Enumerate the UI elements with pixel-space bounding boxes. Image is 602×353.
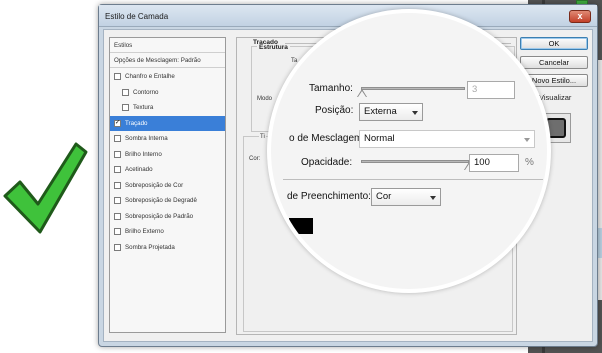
style-item[interactable]: Brilho Externo bbox=[110, 224, 225, 239]
style-item[interactable]: Contorno bbox=[110, 85, 225, 100]
style-item[interactable]: Sobreposição de Degradê bbox=[110, 193, 225, 208]
fill-type-select[interactable]: Cor bbox=[371, 188, 441, 206]
chevron-down-icon bbox=[430, 196, 436, 200]
style-item-label: Sobreposição de Degradê bbox=[125, 197, 197, 204]
style-item-label: Acetinado bbox=[125, 166, 153, 173]
style-item[interactable]: Acetinado bbox=[110, 162, 225, 177]
chevron-down-icon bbox=[412, 111, 418, 115]
lens-content: Tamanho: 3 Posição: Externa o de Mesclag… bbox=[271, 13, 547, 289]
opacity-label: Opacidade: bbox=[301, 157, 353, 168]
style-item-label: Textura bbox=[133, 104, 154, 111]
opacity-unit: % bbox=[525, 157, 534, 168]
style-item[interactable]: Sombra Interna bbox=[110, 131, 225, 146]
magnifier-lens: Tamanho: 3 Posição: Externa o de Mesclag… bbox=[267, 9, 551, 293]
style-item-label: Brilho Interno bbox=[125, 150, 162, 158]
style-item[interactable]: ✓ Traçado bbox=[110, 115, 225, 131]
style-checkbox[interactable] bbox=[114, 166, 121, 173]
style-checkbox[interactable] bbox=[114, 212, 121, 220]
dialog-title: Estilo de Camada bbox=[105, 12, 169, 21]
styles-list: Estilos Opções de Mesclagem: Padrão Chan… bbox=[109, 37, 226, 333]
size-label: Tamanho: bbox=[309, 83, 353, 94]
styles-header[interactable]: Estilos bbox=[110, 38, 225, 53]
style-checkbox[interactable] bbox=[114, 135, 121, 142]
position-label: Posição: bbox=[315, 105, 354, 116]
fill-divider bbox=[283, 179, 543, 180]
style-item[interactable]: Chanfro e Entalhe bbox=[110, 69, 225, 84]
style-checkbox[interactable] bbox=[122, 88, 129, 96]
style-item-label: Sobreposição de Cor bbox=[125, 181, 184, 189]
opacity-field[interactable]: 100 bbox=[469, 154, 519, 172]
mode-label-partial: Modo bbox=[257, 96, 273, 102]
color-label-partial: Cor: bbox=[249, 156, 261, 162]
blend-mode-select[interactable]: Normal bbox=[359, 130, 535, 148]
stroke-color-swatch[interactable] bbox=[289, 218, 313, 234]
blend-options-item[interactable]: Opções de Mesclagem: Padrão bbox=[110, 53, 225, 68]
style-checkbox[interactable] bbox=[122, 104, 129, 111]
style-item-label: Traçado bbox=[125, 119, 148, 127]
style-item[interactable]: Sombra Projetada bbox=[110, 240, 225, 255]
style-checkbox[interactable] bbox=[114, 150, 121, 158]
style-item-label: Brilho Externo bbox=[125, 228, 164, 235]
opacity-slider-track[interactable] bbox=[361, 160, 469, 163]
fill-type-label: de Preenchimento: bbox=[287, 191, 371, 202]
style-checkbox[interactable] bbox=[114, 73, 121, 80]
style-item-label: Contorno bbox=[133, 88, 159, 96]
size-field[interactable]: 3 bbox=[467, 81, 515, 99]
position-select[interactable]: Externa bbox=[359, 103, 423, 121]
size-slider-track[interactable] bbox=[361, 87, 465, 90]
green-check-icon bbox=[3, 142, 88, 234]
style-item[interactable]: Sobreposição de Cor bbox=[110, 178, 225, 193]
blend-mode-label: o de Mesclagem: bbox=[289, 133, 366, 144]
style-item[interactable]: Brilho Interno bbox=[110, 147, 225, 162]
size-slider-handle[interactable] bbox=[356, 89, 368, 99]
style-item-label: Chanfro e Entalhe bbox=[125, 73, 175, 80]
style-checkbox[interactable]: ✓ bbox=[114, 119, 121, 127]
style-item[interactable]: Textura bbox=[110, 100, 225, 115]
style-checkbox[interactable] bbox=[114, 228, 121, 235]
style-item[interactable]: Sobreposição de Padrão bbox=[110, 209, 225, 224]
close-button[interactable]: x bbox=[569, 10, 591, 23]
style-item-label: Sombra Projetada bbox=[125, 243, 175, 251]
chevron-down-icon bbox=[524, 138, 530, 142]
style-item-label: Sombra Interna bbox=[125, 135, 168, 142]
close-icon: x bbox=[577, 11, 583, 21]
style-checkbox[interactable] bbox=[114, 181, 121, 189]
style-checkbox[interactable] bbox=[114, 197, 121, 204]
style-checkbox[interactable] bbox=[114, 243, 121, 251]
fill-title-partial: Ti bbox=[259, 134, 266, 140]
style-item-label: Sobreposição de Padrão bbox=[125, 212, 194, 220]
